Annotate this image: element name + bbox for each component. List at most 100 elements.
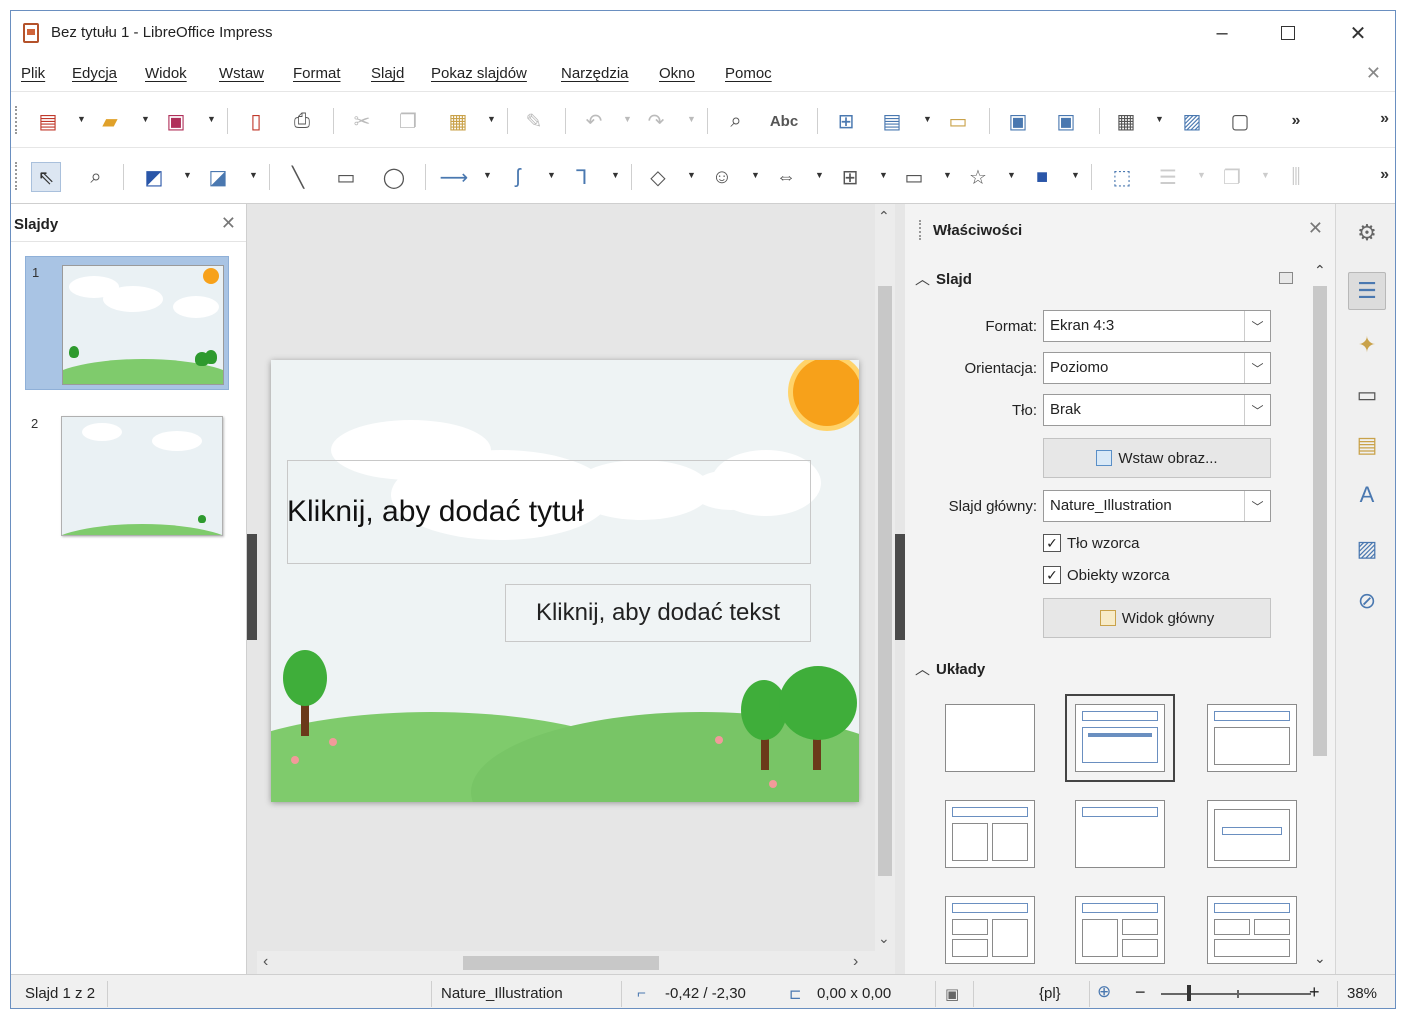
properties-deck-icon[interactable]: ☰	[1348, 272, 1386, 310]
undo-icon[interactable]: ↶	[579, 106, 609, 136]
ellipse-icon[interactable]: ◯	[379, 162, 409, 192]
panel-grip[interactable]	[919, 220, 921, 240]
scroll-up-icon[interactable]: ⌃	[878, 208, 890, 225]
3d-objects-icon[interactable]: ■	[1027, 162, 1057, 192]
document-modified-icon[interactable]: ▣	[945, 985, 959, 1003]
distribute-icon[interactable]: ⫼	[1281, 162, 1311, 192]
menu-pokaz-slajdow[interactable]: Pokaz slajdów	[431, 65, 527, 82]
fit-slide-icon[interactable]: ⊕	[1097, 982, 1111, 1002]
scrollbar-thumb[interactable]	[463, 956, 659, 970]
spelling-icon[interactable]: Abc	[769, 106, 799, 136]
rectangle-icon[interactable]: ▭	[331, 162, 361, 192]
menu-plik[interactable]: Plik	[21, 65, 45, 82]
arrange-dropdown-icon[interactable]: ▼	[1261, 170, 1271, 182]
scroll-up-icon[interactable]: ⌃	[1314, 262, 1326, 279]
undo-dropdown-icon[interactable]: ▼	[623, 114, 633, 126]
master-objects-checkbox[interactable]: ✓	[1043, 566, 1061, 584]
3d-objects-dropdown-icon[interactable]: ▼	[1071, 170, 1081, 182]
language-indicator[interactable]: {pl}	[1039, 985, 1061, 1002]
table-icon[interactable]: ▦	[1111, 106, 1141, 136]
styles-icon[interactable]: A	[1348, 476, 1386, 514]
line-color-dropdown-icon[interactable]: ▼	[183, 170, 193, 182]
slide-thumbnail-1[interactable]: 1	[25, 256, 229, 390]
layout-title-two-content[interactable]	[945, 800, 1035, 868]
connector-dropdown-icon[interactable]: ▼	[611, 170, 621, 182]
image-icon[interactable]: ▨	[1177, 106, 1207, 136]
slide-section-header[interactable]: ︿ Slajd	[915, 268, 1303, 296]
maximize-button[interactable]	[1265, 17, 1311, 49]
background-select[interactable]: Brak ﹀	[1043, 394, 1271, 426]
master-background-checkbox[interactable]: ✓	[1043, 534, 1061, 552]
new-icon[interactable]: ▤	[33, 106, 63, 136]
align-icon[interactable]: ☰	[1153, 162, 1183, 192]
arrange-icon[interactable]: ❐	[1217, 162, 1247, 192]
layouts-section-header[interactable]: ︿ Układy	[915, 658, 1303, 686]
menu-pomoc[interactable]: Pomoc	[725, 65, 772, 82]
block-arrows-icon[interactable]: ⇔	[771, 162, 801, 192]
redo-icon[interactable]: ↷	[641, 106, 671, 136]
fill-color-icon[interactable]: ◪	[203, 162, 233, 192]
start-from-current-icon[interactable]: ▣	[1051, 106, 1081, 136]
menu-format[interactable]: Format	[293, 65, 341, 82]
save-icon[interactable]: ▣	[161, 106, 191, 136]
layout-title-only[interactable]	[1207, 704, 1297, 772]
toolbar-overflow-button[interactable]: »	[1281, 106, 1311, 136]
gallery-icon[interactable]: ▨	[1348, 530, 1386, 568]
arrow-line-icon[interactable]: ⟶	[439, 162, 469, 192]
find-replace-icon[interactable]: ⌕	[721, 106, 751, 136]
slide-thumbnail-2[interactable]: 2	[25, 408, 229, 542]
curve-icon[interactable]: ʃ	[503, 162, 533, 192]
slide-transition-icon[interactable]: ✦	[1348, 326, 1386, 364]
scrollbar-thumb[interactable]	[1313, 286, 1327, 756]
stars-icon[interactable]: ☆	[963, 162, 993, 192]
display-views-icon[interactable]: ▤	[877, 106, 907, 136]
menu-slajd[interactable]: Slajd	[371, 65, 404, 82]
scrollbar-thumb[interactable]	[878, 286, 892, 876]
flowchart-icon[interactable]: ⊞	[835, 162, 865, 192]
master-objects-checkbox-row[interactable]: ✓ Obiekty wzorca	[1043, 566, 1170, 584]
basic-shapes-icon[interactable]: ◇	[643, 162, 673, 192]
scroll-left-icon[interactable]: ‹	[263, 953, 268, 971]
master-slides-icon[interactable]: ▤	[1348, 426, 1386, 464]
slides-pane-splitter[interactable]	[247, 534, 257, 640]
zoom-out-button[interactable]: −	[1135, 982, 1146, 1003]
zoom-slider[interactable]	[1161, 993, 1311, 995]
orientation-select[interactable]: Poziomo ﹀	[1043, 352, 1271, 384]
copy-icon[interactable]: ❐	[393, 106, 423, 136]
table-dropdown-icon[interactable]: ▼	[1155, 114, 1165, 126]
frame-icon[interactable]: ▢	[1225, 106, 1255, 136]
curve-dropdown-icon[interactable]: ▼	[547, 170, 557, 182]
export-pdf-icon[interactable]: ▯	[241, 106, 271, 136]
layout-blank[interactable]	[945, 704, 1035, 772]
master-view-button[interactable]: Widok główny	[1043, 598, 1271, 638]
close-window-button[interactable]: ✕	[1335, 17, 1381, 49]
text-placeholder[interactable]: Kliknij, aby dodać tekst	[505, 584, 811, 642]
flowchart-dropdown-icon[interactable]: ▼	[879, 170, 889, 182]
scroll-down-icon[interactable]: ⌄	[1314, 950, 1326, 967]
connector-icon[interactable]: ⅂	[567, 162, 597, 192]
zoom-slider-knob[interactable]	[1187, 985, 1191, 1001]
scroll-right-icon[interactable]: ›	[853, 953, 858, 971]
layout-title-content-two[interactable]	[945, 896, 1035, 964]
paste-icon[interactable]: ▦	[443, 106, 473, 136]
layout-two-over-content[interactable]	[1207, 896, 1297, 964]
start-from-first-icon[interactable]: ▣	[1003, 106, 1033, 136]
master-slide-select[interactable]: Nature_Illustration ﹀	[1043, 490, 1271, 522]
sidebar-splitter[interactable]	[895, 534, 905, 640]
menu-wstaw[interactable]: Wstaw	[219, 65, 264, 82]
layout-title-slide[interactable]	[1075, 800, 1165, 868]
editor-vertical-scrollbar[interactable]: ⌃ ⌄	[875, 204, 895, 975]
properties-scrollbar[interactable]: ⌃ ⌄	[1307, 260, 1333, 975]
toolbar-overflow-button[interactable]: »	[1380, 166, 1389, 184]
more-options-icon[interactable]	[1279, 272, 1293, 284]
scroll-down-icon[interactable]: ⌄	[878, 930, 890, 947]
transformations-icon[interactable]: ⬚	[1107, 162, 1137, 192]
symbol-shapes-dropdown-icon[interactable]: ▼	[751, 170, 761, 182]
arrow-line-dropdown-icon[interactable]: ▼	[483, 170, 493, 182]
toolbar-grip[interactable]	[15, 106, 19, 134]
slide-canvas[interactable]: Kliknij, aby dodać tytuł Kliknij, aby do…	[271, 360, 859, 802]
zoom-in-button[interactable]: +	[1309, 982, 1320, 1003]
navigator-icon[interactable]: ⊘	[1348, 582, 1386, 620]
master-slide-icon[interactable]: ▭	[943, 106, 973, 136]
animation-icon[interactable]: ▭	[1348, 376, 1386, 414]
